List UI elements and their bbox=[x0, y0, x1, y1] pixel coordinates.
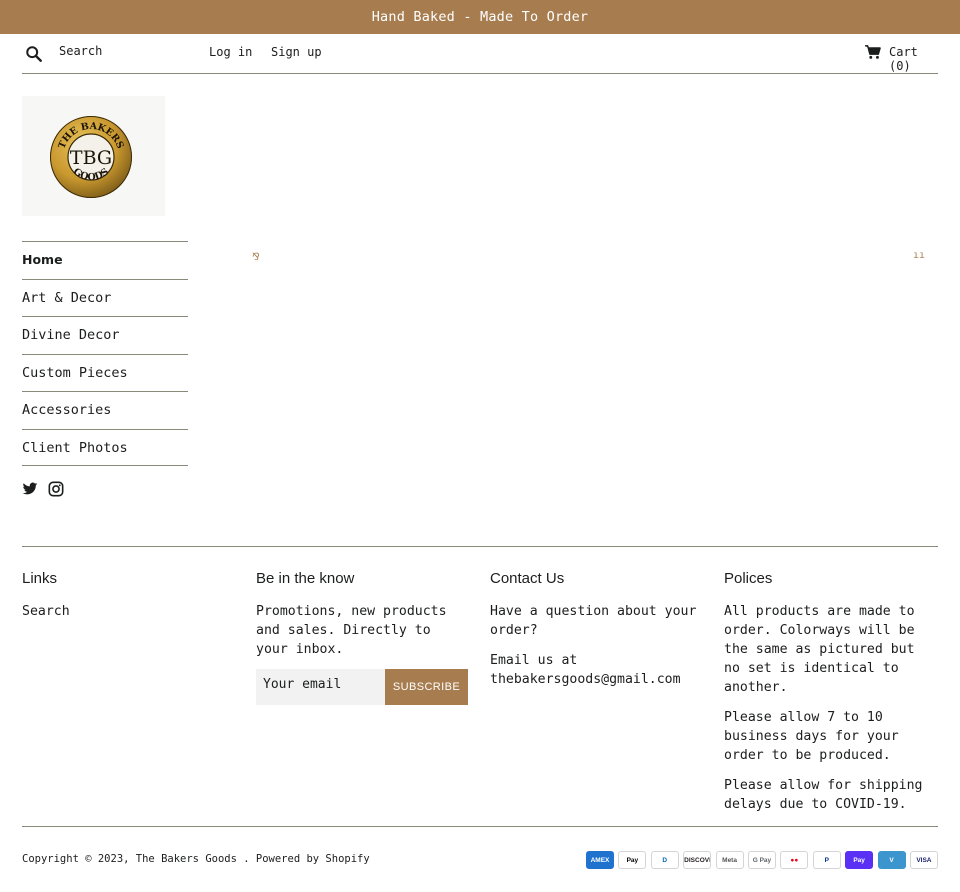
header-bar: Search Log in Sign up Cart (0) bbox=[22, 34, 938, 74]
newsletter-title: Be in the know bbox=[256, 570, 355, 587]
announcement-bar: Hand Baked - Made To Order bbox=[0, 0, 960, 34]
footer-policies-column: Polices All products are made to order. … bbox=[724, 570, 938, 825]
policies-title: Polices bbox=[724, 570, 773, 587]
slideshow-prev-control[interactable]: ⅋ bbox=[252, 252, 260, 263]
amex-icon: AMEX bbox=[586, 851, 614, 869]
sidebar-nav: Home Art & Decor Divine Decor Custom Pie… bbox=[22, 241, 188, 466]
cart-icon[interactable] bbox=[864, 44, 882, 60]
paypal-icon: P bbox=[812, 851, 841, 869]
meta-pay-icon: Meta bbox=[715, 851, 744, 869]
nav-item-accessories[interactable]: Accessories bbox=[22, 391, 188, 429]
cart-link[interactable]: Cart (0) bbox=[889, 45, 938, 73]
policy-text-2: Please allow 7 to 10 business days for y… bbox=[724, 710, 899, 763]
contact-text: Have a question about your order? bbox=[490, 604, 697, 638]
google-pay-icon: G Pay bbox=[747, 851, 776, 869]
footer-links-title: Links bbox=[22, 570, 58, 587]
footer-links-column: Links Search bbox=[22, 570, 236, 632]
store-logo[interactable]: THE BAKERS GOODS TBG bbox=[22, 96, 165, 216]
diners-club-icon: D bbox=[650, 851, 679, 869]
nav-item-home[interactable]: Home bbox=[22, 241, 188, 279]
twitter-icon[interactable] bbox=[22, 481, 38, 497]
footer-bottom-divider bbox=[22, 826, 938, 827]
footer-contact-column: Contact Us Have a question about your or… bbox=[490, 570, 704, 700]
visa-icon: VISA bbox=[909, 851, 938, 869]
search-icon[interactable] bbox=[25, 45, 43, 63]
venmo-icon: V bbox=[877, 851, 906, 869]
discover-icon: DISCOVER bbox=[683, 851, 712, 869]
nav-item-divine-decor[interactable]: Divine Decor bbox=[22, 316, 188, 354]
payment-icons: AMEX Pay D DISCOVER Meta G Pay ●● P Pay … bbox=[586, 851, 938, 870]
policy-text-1: All products are made to order. Colorway… bbox=[724, 604, 915, 695]
login-link[interactable]: Log in bbox=[209, 45, 252, 59]
signup-link[interactable]: Sign up bbox=[271, 45, 322, 59]
policy-text-3: Please allow for shipping delays due to … bbox=[724, 778, 923, 812]
copyright-text: Copyright © 2023, The Bakers Goods . Pow… bbox=[22, 853, 370, 865]
newsletter-email-input[interactable]: Your email bbox=[256, 669, 385, 705]
contact-title: Contact Us bbox=[490, 570, 565, 587]
newsletter-text: Promotions, new products and sales. Dire… bbox=[256, 604, 447, 657]
subscribe-button[interactable]: SUBSCRIBE bbox=[385, 669, 468, 705]
footer-divider bbox=[22, 546, 938, 547]
shop-pay-icon: Pay bbox=[845, 851, 874, 869]
apple-pay-icon: Pay bbox=[618, 851, 647, 869]
nav-item-art-decor[interactable]: Art & Decor bbox=[22, 278, 188, 317]
footer-search-link[interactable]: Search bbox=[22, 602, 236, 621]
slideshow-pause-control[interactable]: ıı bbox=[913, 250, 925, 261]
search-input[interactable]: Search bbox=[59, 44, 102, 58]
nav-item-custom-pieces[interactable]: Custom Pieces bbox=[22, 353, 188, 392]
footer-newsletter-column: Be in the know Promotions, new products … bbox=[256, 570, 470, 705]
instagram-icon[interactable] bbox=[48, 481, 64, 497]
nav-item-client-photos[interactable]: Client Photos bbox=[22, 428, 188, 466]
bakers-goods-logo: THE BAKERS GOODS TBG bbox=[50, 116, 132, 198]
svg-text:TBG: TBG bbox=[70, 147, 112, 169]
mastercard-icon: ●● bbox=[780, 851, 809, 869]
contact-email: Email us at thebakersgoods@gmail.com bbox=[490, 653, 681, 687]
